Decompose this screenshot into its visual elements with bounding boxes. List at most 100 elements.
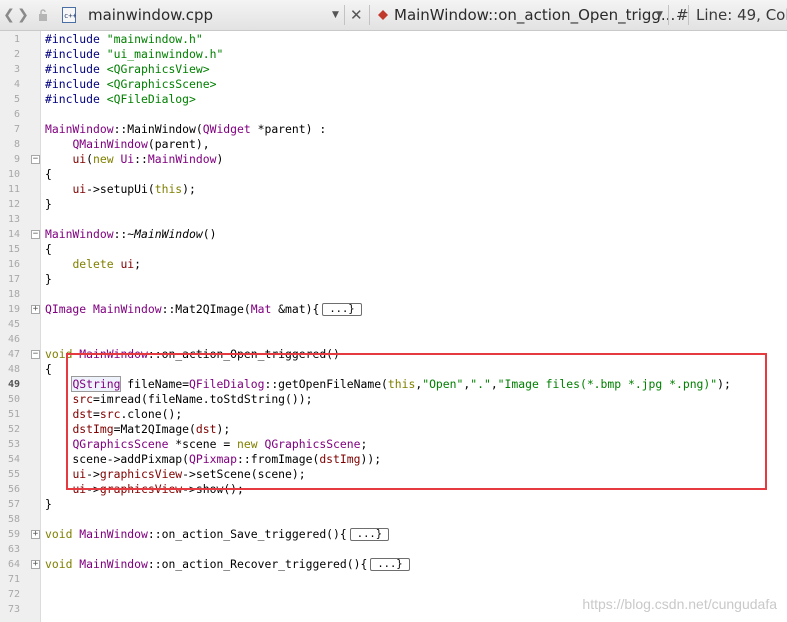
code-token: ui: [72, 152, 87, 166]
line-number: 5: [13, 94, 20, 105]
code-area[interactable]: #include "mainwindow.h" #include "ui_main…: [45, 31, 787, 622]
code-token: Mat: [250, 302, 272, 316]
code-token: ".": [470, 377, 491, 391]
code-token: MainWindow: [45, 227, 114, 241]
collapse-fold-icon[interactable]: −: [31, 155, 40, 164]
expand-fold-icon[interactable]: +: [31, 530, 40, 539]
code-line[interactable]: }: [45, 497, 52, 512]
code-editor[interactable]: 1 2 3 4 5 6 7 8 9 10 11 12 13 14 15 16 17 18 19 45 46 47 48 49 5…: [0, 31, 787, 622]
code-line[interactable]: void MainWindow::on_action_Open_triggere…: [45, 347, 340, 362]
code-line[interactable]: #include <QFileDialog>: [45, 92, 196, 107]
code-token: MainWindow: [45, 122, 114, 136]
line-number: 54: [7, 454, 20, 465]
code-line[interactable]: dst=src.clone();: [45, 407, 182, 422]
code-token: ->: [86, 467, 100, 481]
code-line[interactable]: QMainWindow(parent),: [45, 137, 209, 152]
code-token: ::: [134, 152, 148, 166]
collapse-fold-icon[interactable]: −: [31, 230, 40, 239]
code-token: MainWindow: [79, 347, 148, 361]
code-token: QGraphicsScene: [264, 437, 361, 451]
code-line[interactable]: delete ui;: [45, 257, 141, 272]
code-token: #include: [45, 92, 107, 106]
code-line[interactable]: ui->graphicsView->show();: [45, 482, 243, 497]
code-line[interactable]: #include "ui_mainwindow.h": [45, 47, 223, 62]
code-line[interactable]: dstImg=Mat2QImage(dst);: [45, 422, 230, 437]
file-name[interactable]: mainwindow.cpp: [88, 0, 213, 30]
code-token: QPixmap: [189, 452, 238, 466]
code-line[interactable]: {: [45, 242, 52, 257]
code-token: #include: [45, 32, 107, 46]
line-number: 55: [7, 469, 20, 480]
code-token: }: [45, 197, 52, 211]
code-token: ::on_action_Save_triggered(){: [147, 527, 347, 541]
folded-code-block[interactable]: ...}: [349, 528, 390, 541]
code-line[interactable]: void MainWindow::on_action_Recover_trigg…: [45, 557, 410, 572]
function-dropdown-icon[interactable]: ▼: [656, 0, 663, 30]
code-line[interactable]: }: [45, 272, 52, 287]
forward-icon[interactable]: ❯: [16, 0, 30, 30]
code-token: {: [45, 167, 52, 181]
back-icon[interactable]: ❮: [2, 0, 16, 30]
code-line[interactable]: MainWindow::~MainWindow(): [45, 227, 216, 242]
code-token: ui: [72, 182, 87, 196]
code-token: ::: [113, 122, 128, 136]
code-token: fileName=: [120, 377, 190, 391]
code-token: scene->addPixmap(: [45, 452, 190, 466]
line-number: 64: [7, 559, 20, 570]
folded-code-block[interactable]: ...}: [322, 303, 362, 316]
code-token: "Open": [422, 377, 464, 391]
code-line[interactable]: QGraphicsScene *scene = new QGraphicsSce…: [45, 437, 367, 452]
expand-fold-icon[interactable]: +: [31, 305, 40, 314]
file-dropdown-icon[interactable]: ▼: [332, 0, 339, 30]
close-file-icon[interactable]: ✕: [350, 0, 363, 30]
code-line[interactable]: #include "mainwindow.h": [45, 32, 203, 47]
code-line[interactable]: ui->graphicsView->setScene(scene);: [45, 467, 305, 482]
collapse-fold-icon[interactable]: −: [31, 350, 40, 359]
code-line[interactable]: void MainWindow::on_action_Save_triggere…: [45, 527, 390, 542]
expand-fold-icon[interactable]: +: [31, 560, 40, 569]
folded-code-block[interactable]: ...}: [370, 558, 410, 571]
line-number: 10: [7, 169, 20, 180]
editor-toolbar: ❮ ❯ c++ mainwindow.cpp ▼ ✕ MainWindow::o…: [0, 0, 787, 31]
function-selector[interactable]: MainWindow::on_action_Open_trigg...: [394, 0, 675, 30]
code-line[interactable]: #include <QGraphicsView>: [45, 62, 210, 77]
line-number: 63: [7, 544, 20, 555]
code-token: "Image files(*.bmp *.jpg *.png)": [497, 377, 718, 391]
code-line[interactable]: ui(new Ui::MainWindow): [45, 152, 223, 167]
code-line[interactable]: {: [45, 167, 52, 182]
line-number: 17: [7, 274, 20, 285]
code-line[interactable]: QImage MainWindow::Mat2QImage(Mat &mat){…: [45, 302, 362, 317]
watermark: https://blog.csdn.net/cungudafa: [582, 596, 777, 612]
code-token: }: [45, 272, 52, 286]
code-token: this: [387, 377, 416, 391]
code-line[interactable]: scene->addPixmap(QPixmap::fromImage(dstI…: [45, 452, 381, 467]
code-token: ::on_action_Open_triggered(): [147, 347, 340, 361]
code-line[interactable]: {: [45, 362, 52, 377]
code-token: Ui: [120, 152, 135, 166]
code-token: #include: [45, 62, 107, 76]
code-line[interactable]: }: [45, 197, 52, 212]
code-token: MainWindow: [79, 557, 148, 571]
code-line[interactable]: src=imread(fileName.toStdString());: [45, 392, 312, 407]
code-line[interactable]: QString fileName=QFileDialog::getOpenFil…: [45, 376, 731, 392]
code-token: src: [99, 407, 121, 421]
code-token: =: [93, 407, 100, 421]
code-line[interactable]: MainWindow::MainWindow(QWidget *parent) …: [45, 122, 326, 137]
line-column-indicator[interactable]: Line: 49, Col:: [696, 0, 787, 30]
line-number: 6: [13, 109, 20, 120]
lock-icon[interactable]: [38, 9, 48, 21]
line-number: 59: [7, 529, 20, 540]
svg-text:c++: c++: [64, 12, 76, 20]
code-line[interactable]: #include <QGraphicsScene>: [45, 77, 216, 92]
line-number: 51: [7, 409, 20, 420]
toolbar-separator: [344, 5, 345, 25]
line-number: 13: [7, 214, 20, 225]
line-number: 56: [7, 484, 20, 495]
code-line[interactable]: ui->setupUi(this);: [45, 182, 195, 197]
code-token: );: [216, 422, 231, 436]
